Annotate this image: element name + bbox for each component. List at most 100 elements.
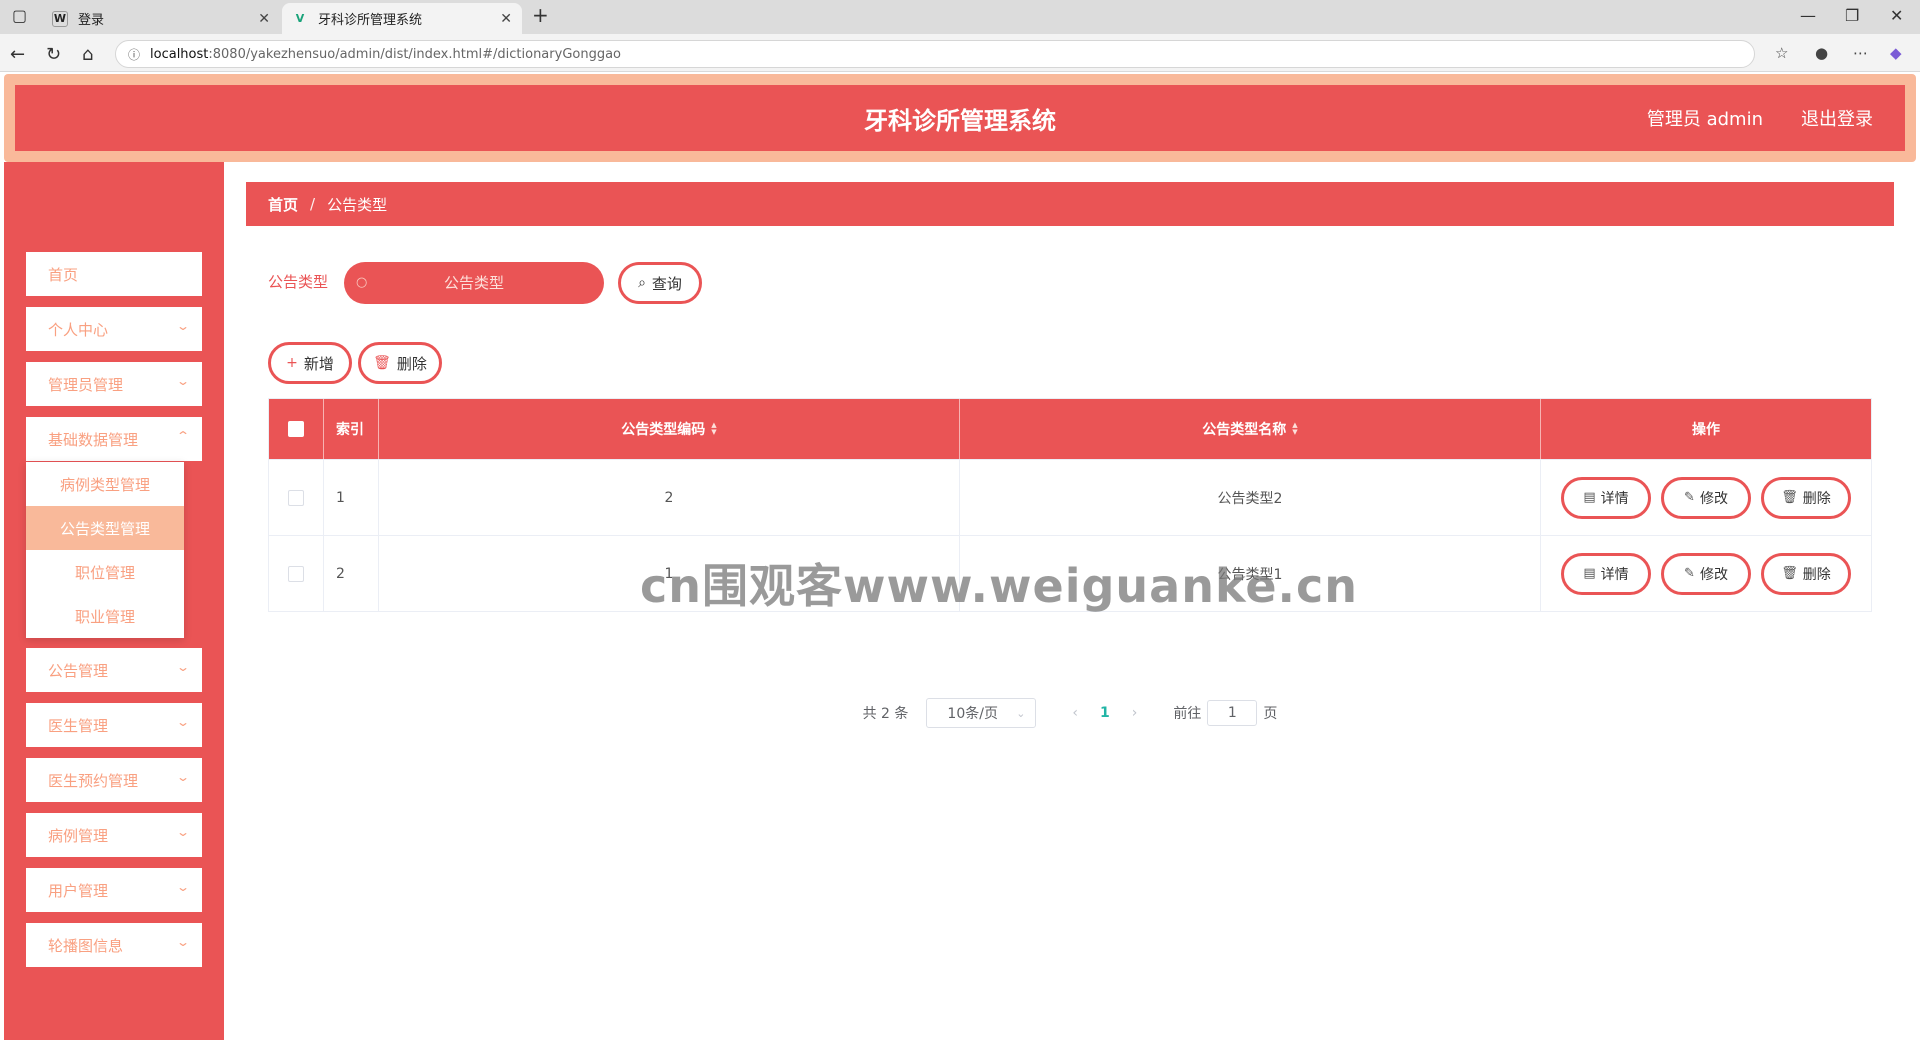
chevron-down-icon: ⌄: [175, 880, 191, 894]
sidebar-item-admin[interactable]: 管理员管理 ⌄: [26, 362, 202, 406]
url-host: localhost: [150, 46, 209, 62]
chevron-down-icon: ⌄: [175, 825, 191, 839]
table-row: 2 1 公告类型1 ▤ 详情 ✎ 修改 🗑 删除: [269, 535, 1871, 611]
cell-name: 公告类型2: [960, 460, 1541, 535]
sidebar-item-label: 基础数据管理: [48, 430, 139, 449]
sidebar-item-notice[interactable]: 公告管理 ⌄: [26, 648, 202, 692]
vue-favicon-icon: V: [295, 12, 305, 25]
document-icon: ▤: [1583, 566, 1596, 581]
batch-delete-label: 删除: [396, 354, 427, 373]
search-icon: ⌕: [638, 275, 646, 291]
chevron-down-icon: ⌄: [175, 319, 191, 333]
row-checkbox[interactable]: [288, 489, 304, 506]
delete-button[interactable]: 🗑 删除: [1761, 552, 1851, 595]
sidebar-item-base-data[interactable]: 基础数据管理 ⌃: [26, 417, 202, 461]
sidebar-item-label: 用户管理: [48, 881, 109, 900]
restore-icon[interactable]: ❐: [1845, 6, 1859, 25]
site-info-icon[interactable]: ⓘ: [128, 46, 140, 63]
sidebar-item-profile[interactable]: 个人中心 ⌄: [26, 307, 202, 351]
tab-title: 牙科诊所管理系统: [318, 13, 423, 28]
row-select[interactable]: [269, 460, 324, 535]
chevron-down-icon: ⌄: [175, 770, 191, 784]
copilot-icon[interactable]: ◆: [1890, 44, 1902, 62]
profile-avatar-icon[interactable]: ●: [1815, 44, 1828, 62]
base-data-submenu: 病例类型管理 公告类型管理 职位管理 职业管理: [26, 462, 184, 638]
logout-button[interactable]: 退出登录: [1801, 105, 1873, 131]
window-close-icon[interactable]: ✕: [1890, 6, 1903, 25]
edit-button[interactable]: ✎ 修改: [1661, 476, 1751, 519]
sidebar-item-label: 首页: [48, 265, 79, 284]
trash-icon: 🗑: [1781, 566, 1798, 581]
chevron-down-icon: ⌄: [1016, 706, 1026, 720]
sort-icon[interactable]: ▲ ▼: [1292, 422, 1297, 436]
browser-chrome: ▢ W 登录 ✕ V 牙科诊所管理系统 ✕ + — ❐ ✕ ← ↻ ⌂ ⓘ lo…: [0, 0, 1920, 72]
new-tab-icon[interactable]: +: [532, 3, 549, 27]
sidebar-item-home[interactable]: 首页: [26, 252, 202, 296]
row-checkbox[interactable]: [288, 565, 304, 582]
back-icon[interactable]: ←: [10, 44, 25, 65]
more-icon[interactable]: ⋯: [1853, 44, 1868, 62]
submenu-item-occupation[interactable]: 职业管理: [26, 594, 184, 638]
breadcrumb-current: 公告类型: [327, 195, 388, 214]
tab-dental-system[interactable]: V 牙科诊所管理系统 ✕: [282, 3, 522, 34]
batch-delete-button[interactable]: 🗑 删除: [358, 342, 442, 384]
page-number[interactable]: 1: [1100, 705, 1110, 721]
header-name[interactable]: 公告类型名称 ▲ ▼: [960, 399, 1541, 459]
current-user: 管理员 admin: [1646, 109, 1763, 130]
chevron-down-icon: ⌄: [175, 374, 191, 388]
tab-actions-icon[interactable]: ▢: [12, 6, 27, 25]
detail-label: 详情: [1600, 566, 1629, 583]
sidebar-item-label: 病例管理: [48, 826, 109, 845]
tab-login[interactable]: W 登录 ✕: [42, 3, 280, 34]
address-bar[interactable]: ⓘ localhost :8080/yakezhensuo/admin/dist…: [115, 40, 1755, 68]
sidebar: 首页 个人中心 ⌄ 管理员管理 ⌄ 基础数据管理 ⌃ 病例类型管理 公告类型管理 职位…: [4, 162, 224, 1040]
sidebar-item-doctor[interactable]: 医生管理 ⌄: [26, 703, 202, 747]
close-tab-icon[interactable]: ✕: [500, 11, 512, 27]
home-icon[interactable]: ⌂: [82, 44, 93, 65]
sidebar-item-case[interactable]: 病例管理 ⌄: [26, 813, 202, 857]
detail-button[interactable]: ▤ 详情: [1561, 552, 1651, 595]
query-button[interactable]: ⌕ 查询: [618, 262, 702, 304]
edit-button[interactable]: ✎ 修改: [1661, 552, 1751, 595]
close-tab-icon[interactable]: ✕: [258, 11, 270, 27]
top-header: 牙科诊所管理系统 管理员 admin 退出登录: [15, 85, 1905, 151]
prev-page-icon[interactable]: ‹: [1072, 705, 1078, 721]
submenu-item-notice-type[interactable]: 公告类型管理: [26, 506, 184, 550]
refresh-icon[interactable]: ↻: [46, 44, 61, 65]
cell-name: 公告类型1: [960, 536, 1541, 611]
goto-label: 前往: [1173, 706, 1202, 722]
search-field[interactable]: ○: [344, 262, 604, 304]
select-all-checkbox[interactable]: [288, 421, 304, 437]
sidebar-item-carousel[interactable]: 轮播图信息 ⌄: [26, 923, 202, 967]
minimize-icon[interactable]: —: [1800, 6, 1816, 25]
breadcrumb-separator: /: [310, 195, 316, 213]
delete-label: 删除: [1802, 566, 1831, 583]
add-button[interactable]: + 新增: [268, 342, 352, 384]
app-title: 牙科诊所管理系统: [864, 106, 1056, 135]
detail-label: 详情: [1600, 490, 1629, 507]
pagination-total: 共 2 条: [862, 706, 909, 722]
sort-icon[interactable]: ▲ ▼: [711, 422, 716, 436]
goto-page-input[interactable]: [1207, 700, 1258, 726]
detail-button[interactable]: ▤ 详情: [1561, 476, 1651, 519]
header-index: 索引: [324, 399, 379, 459]
edit-icon: ✎: [1684, 566, 1695, 581]
header-select-all[interactable]: [269, 399, 324, 459]
submenu-item-case-type[interactable]: 病例类型管理: [26, 462, 184, 506]
header-code-label: 公告类型编码: [621, 422, 706, 438]
sidebar-item-user[interactable]: 用户管理 ⌄: [26, 868, 202, 912]
add-button-label: 新增: [303, 354, 334, 373]
row-select[interactable]: [269, 536, 324, 611]
breadcrumb-home[interactable]: 首页: [268, 194, 298, 215]
sidebar-item-appointment[interactable]: 医生预约管理 ⌄: [26, 758, 202, 802]
sidebar-item-label: 轮播图信息: [48, 936, 124, 955]
search-input[interactable]: [344, 262, 604, 304]
favorites-icon[interactable]: ☆: [1775, 44, 1788, 62]
submenu-item-position[interactable]: 职位管理: [26, 550, 184, 594]
pagination: 共 2 条 10条/页 ⌄ ‹ 1 › 前往 页: [224, 698, 1916, 728]
page-size-select[interactable]: 10条/页 ⌄: [926, 698, 1037, 728]
next-page-icon[interactable]: ›: [1132, 705, 1138, 721]
delete-button[interactable]: 🗑 删除: [1761, 476, 1851, 519]
header-code[interactable]: 公告类型编码 ▲ ▼: [379, 399, 960, 459]
cell-index: 2: [324, 536, 379, 611]
